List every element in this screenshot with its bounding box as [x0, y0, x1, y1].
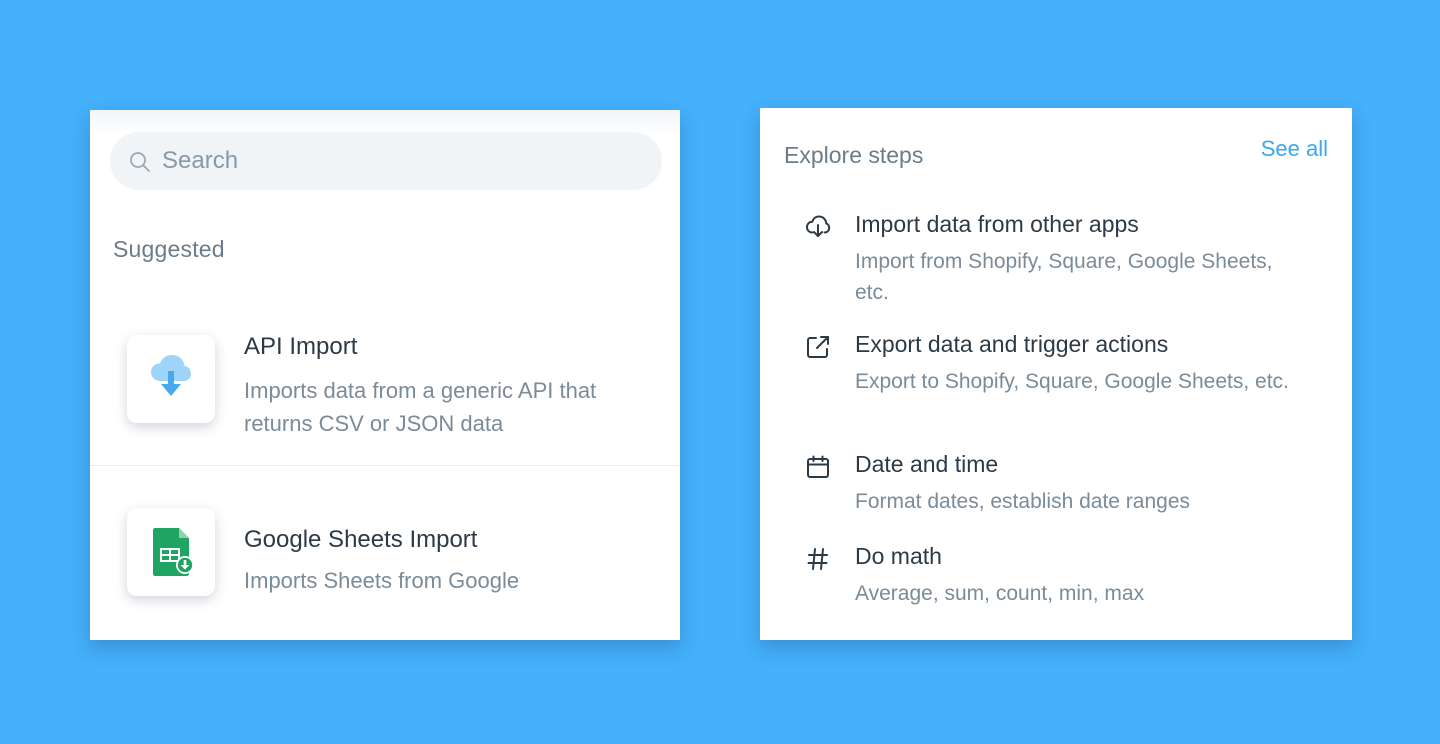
suggested-item-api-import[interactable]: API Import Imports data from a generic A… — [90, 315, 680, 465]
step-title: Date and time — [855, 451, 999, 477]
api-import-tile — [127, 335, 215, 423]
step-description: Import from Shopify, Square, Google Shee… — [855, 250, 1273, 304]
suggested-heading: Suggested — [113, 236, 225, 262]
search-box[interactable] — [110, 132, 662, 190]
calendar-icon — [807, 455, 829, 478]
external-link-icon — [807, 336, 829, 358]
google-sheets-icon — [153, 528, 194, 576]
explore-steps-panel: Explore steps See all Import data from o… — [760, 108, 1352, 640]
see-all-link[interactable]: See all — [1261, 136, 1328, 162]
cloud-download-outline-icon — [806, 215, 831, 237]
api-import-title: API Import — [244, 333, 358, 360]
search-icon — [130, 152, 150, 172]
step-title: Import data from other apps — [855, 211, 1139, 237]
google-sheets-import-title: Google Sheets Import — [244, 526, 478, 553]
step-title: Export data and trigger actions — [855, 331, 1169, 357]
step-description: Format dates, establish date ranges — [855, 490, 1191, 513]
step-description: Average, sum, count, min, max — [855, 582, 1145, 605]
explore-steps-heading: Explore steps — [784, 142, 924, 168]
google-sheets-import-description: Imports Sheets from Google — [244, 568, 520, 593]
search-input[interactable] — [162, 132, 642, 190]
suggested-panel: Suggested API Import Imports data from a… — [90, 110, 680, 640]
suggested-item-google-sheets-import[interactable]: Google Sheets Import Imports Sheets from… — [90, 466, 680, 640]
hash-icon — [807, 548, 828, 570]
step-description: Export to Shopify, Square, Google Sheets… — [855, 370, 1289, 393]
cloud-download-icon — [151, 355, 191, 396]
api-import-description: Imports data from a generic API that ret… — [244, 378, 597, 436]
step-title: Do math — [855, 543, 942, 569]
google-sheets-tile — [127, 508, 215, 596]
